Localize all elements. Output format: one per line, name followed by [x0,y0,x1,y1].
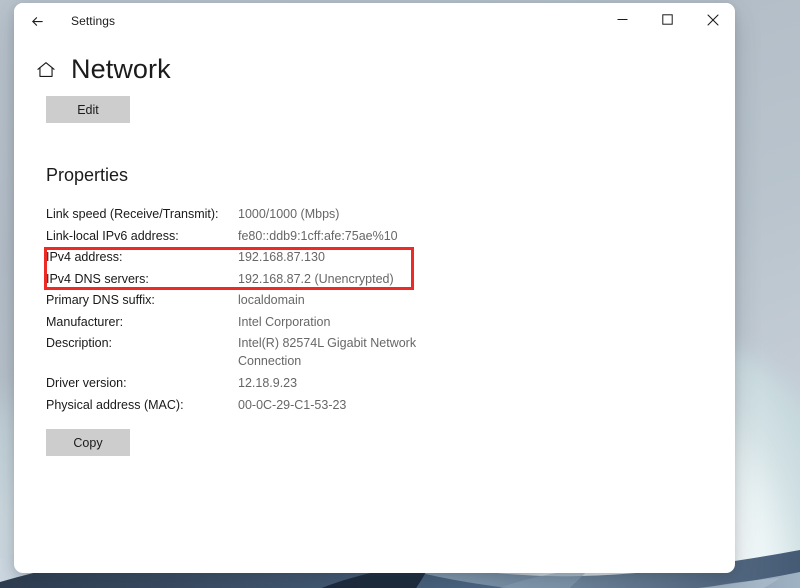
desktop-background: Settings [0,0,800,588]
property-value: Intel(R) 82574L Gigabit Network Connecti… [238,333,423,373]
property-row: Link speed (Receive/Transmit):1000/1000 … [46,204,735,226]
home-icon[interactable] [33,57,59,83]
property-row: Primary DNS suffix:localdomain [46,290,735,312]
property-label: Manufacturer: [46,312,238,334]
property-label: Link speed (Receive/Transmit): [46,204,238,226]
property-value: 192.168.87.2 (Unencrypted) [238,269,394,291]
back-arrow-icon[interactable] [20,6,54,36]
property-value: localdomain [238,290,305,312]
property-value: 00-0C-29-C1-53-23 [238,395,346,417]
properties-heading: Properties [46,165,735,186]
window-controls [600,3,735,39]
page-header: Network [33,56,735,83]
window-title-bar: Settings [14,3,735,39]
settings-window: Settings [14,3,735,573]
property-label: IPv4 DNS servers: [46,269,238,291]
property-value: 192.168.87.130 [238,247,325,269]
property-value: 12.18.9.23 [238,373,297,395]
property-label: Driver version: [46,373,238,395]
property-value: Intel Corporation [238,312,330,334]
property-row: IPv4 address:192.168.87.130 [46,247,735,269]
property-label: Link-local IPv6 address: [46,226,238,248]
edit-button[interactable]: Edit [46,96,130,123]
property-label: Description: [46,333,238,355]
property-row: Physical address (MAC):00-0C-29-C1-53-23 [46,395,735,417]
property-row: IPv4 DNS servers:192.168.87.2 (Unencrypt… [46,269,735,291]
property-label: Physical address (MAC): [46,395,238,417]
property-value: fe80::ddb9:1cff:afe:75ae%10 [238,226,398,248]
property-value: 1000/1000 (Mbps) [238,204,339,226]
property-label: Primary DNS suffix: [46,290,238,312]
property-label: IPv4 address: [46,247,238,269]
settings-page: Network Edit Properties Link speed (Rece… [14,56,735,456]
property-row: Manufacturer:Intel Corporation [46,312,735,334]
property-row: Description:Intel(R) 82574L Gigabit Netw… [46,333,735,373]
minimize-icon[interactable] [600,3,645,36]
properties-list: Link speed (Receive/Transmit):1000/1000 … [46,204,735,416]
property-row: Driver version:12.18.9.23 [46,373,735,395]
copy-button[interactable]: Copy [46,429,130,456]
page-title: Network [71,56,171,83]
window-title: Settings [71,14,115,28]
close-icon[interactable] [690,3,735,36]
maximize-icon[interactable] [645,3,690,36]
property-row: Link-local IPv6 address:fe80::ddb9:1cff:… [46,226,735,248]
